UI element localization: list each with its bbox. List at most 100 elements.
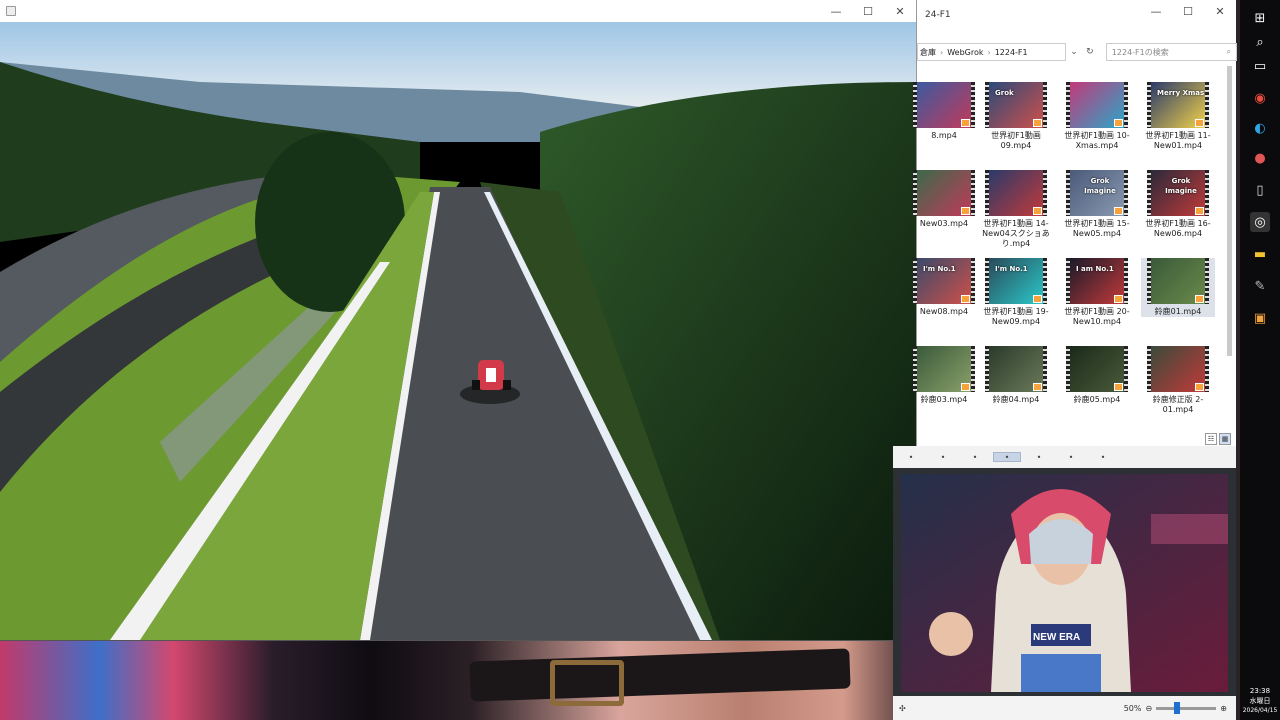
breadcrumb-2[interactable]: WebGrok: [947, 48, 983, 57]
explorer-close-button[interactable]: ✕: [1204, 0, 1236, 22]
video-file-icon: [1195, 383, 1204, 391]
active-app-icon[interactable]: ◎: [1250, 212, 1270, 232]
folder-icon[interactable]: ▬: [1250, 244, 1270, 264]
file-item[interactable]: 鈴鹿03.mp4: [907, 346, 981, 405]
file-name: 世界初F1動画 20-New10.mp4: [1064, 307, 1130, 326]
app-red-icon[interactable]: ●: [1250, 148, 1270, 168]
strip-thumb-1[interactable]: •: [897, 452, 925, 462]
explorer-minimize-button[interactable]: —: [1140, 0, 1172, 22]
file-name: 世界初F1動画 19-New09.mp4: [983, 307, 1049, 326]
paint-icon[interactable]: ✎: [1250, 276, 1270, 296]
file-item[interactable]: Grok Imagine 世界初F1動画 16-New06.mp4: [1141, 170, 1215, 239]
maximize-button[interactable]: ☐: [852, 0, 884, 22]
minimize-button[interactable]: —: [820, 0, 852, 22]
file-item[interactable]: I'm No.1 New08.mp4: [907, 258, 981, 317]
viewer-footer: ✣ 50% ⊖ ⊕: [893, 696, 1236, 720]
video-frame[interactable]: [0, 22, 916, 640]
file-item[interactable]: I'm No.1 世界初F1動画 19-New09.mp4: [979, 258, 1053, 327]
viewer-image: NEW ERA: [901, 474, 1228, 692]
address-row: 倉庫 › WebGrok › 1224-F1 ⌄ ↻ 1224-F1の検索 ⌕: [917, 42, 1237, 62]
app-icon: [6, 6, 16, 16]
large-icons-view-icon[interactable]: ▦: [1219, 433, 1231, 445]
video-file-icon: [1033, 119, 1042, 127]
clock-date[interactable]: 2026/04/15: [1240, 706, 1280, 716]
strip-thumb-5[interactable]: •: [1025, 452, 1053, 462]
video-file-icon: [961, 295, 970, 303]
window-controls: — ☐ ✕: [820, 0, 916, 22]
chrome-icon[interactable]: ◉: [1250, 88, 1270, 108]
race-track-scene: [0, 22, 916, 640]
close-button[interactable]: ✕: [884, 0, 916, 22]
video-titlebar[interactable]: — ☐ ✕: [0, 0, 916, 22]
svg-text:NEW ERA: NEW ERA: [1033, 632, 1080, 643]
file-item[interactable]: 鈴鹿01.mp4: [1141, 258, 1215, 317]
start-icon[interactable]: ⊞: [1250, 8, 1270, 28]
file-item[interactable]: Grok Imagine 世界初F1動画 15-New05.mp4: [1060, 170, 1134, 239]
strip-thumb-4[interactable]: •: [993, 452, 1021, 462]
file-item[interactable]: Grok 世界初F1動画 09.mp4: [979, 82, 1053, 151]
task-view-icon[interactable]: ▭: [1250, 56, 1270, 76]
video-thumbnail: I'm No.1: [985, 258, 1047, 304]
file-name: 鈴鹿修正版 2-01.mp4: [1152, 395, 1204, 414]
file-name: 世界初F1動画 11-New01.mp4: [1145, 131, 1211, 150]
zoom-slider-knob[interactable]: [1174, 701, 1181, 714]
file-item[interactable]: 鈴鹿05.mp4: [1060, 346, 1134, 405]
file-item[interactable]: 世界初F1動画 10-Xmas.mp4: [1060, 82, 1134, 151]
search-input[interactable]: 1224-F1の検索 ⌕: [1105, 43, 1237, 61]
explorer-window-controls: — ☐ ✕: [1140, 0, 1236, 22]
details-view-icon[interactable]: ☷: [1205, 433, 1217, 445]
explorer-titlebar[interactable]: 24-F1 — ☐ ✕: [917, 0, 1236, 30]
zoom-in-icon[interactable]: ⊕: [1220, 704, 1227, 713]
thumbnail-overlay-text: I'm No.1: [923, 265, 956, 273]
video-file-icon: [1033, 383, 1042, 391]
vertical-scrollbar[interactable]: [1226, 66, 1234, 416]
video-thumbnail: [913, 346, 975, 392]
file-item[interactable]: New03.mp4: [907, 170, 981, 229]
taskbar: ⊞ ⌕ ▭ ◉ ◐ ● ▯ ◎ ▬ ✎ ▣ 23:38 水曜日 2026/04/…: [1240, 0, 1280, 720]
file-name: 世界初F1動画 14-New04スクショあり.mp4: [982, 219, 1050, 248]
zoom-out-icon[interactable]: ⊖: [1145, 704, 1152, 713]
file-item[interactable]: 8.mp4: [907, 82, 981, 141]
document-icon[interactable]: ▯: [1250, 180, 1270, 200]
file-item[interactable]: 鈴鹿修正版 2-01.mp4: [1141, 346, 1215, 415]
video-thumbnail: I am No.1: [1066, 258, 1128, 304]
explorer-maximize-button[interactable]: ☐: [1172, 0, 1204, 22]
file-item[interactable]: 鈴鹿04.mp4: [979, 346, 1053, 405]
file-name: New08.mp4: [919, 307, 969, 316]
breadcrumb-1[interactable]: 倉庫: [920, 47, 936, 58]
address-bar[interactable]: 倉庫 › WebGrok › 1224-F1: [917, 43, 1067, 61]
strip-thumb-2[interactable]: •: [929, 452, 957, 462]
scrollbar-thumb[interactable]: [1227, 66, 1232, 356]
zoom-slider[interactable]: [1156, 701, 1217, 714]
file-item[interactable]: I am No.1 世界初F1動画 20-New10.mp4: [1060, 258, 1134, 327]
edge-icon[interactable]: ◐: [1250, 118, 1270, 138]
clock-time[interactable]: 23:38: [1240, 686, 1280, 696]
search-icon: ⌕: [1226, 47, 1231, 56]
breadcrumb-3[interactable]: 1224-F1: [995, 48, 1028, 57]
pan-icon[interactable]: ✣: [899, 704, 906, 713]
video-player-window[interactable]: — ☐ ✕: [0, 0, 916, 640]
video-thumbnail: [985, 170, 1047, 216]
chevron-down-icon[interactable]: ⌄: [1066, 43, 1082, 61]
image-viewer-window[interactable]: • • • • • • • NEW ERA ✣ 50% ⊖ ⊕: [893, 446, 1236, 720]
thumbnail-overlay-text: Grok Imagine: [1165, 177, 1197, 195]
strip-thumb-6[interactable]: •: [1057, 452, 1085, 462]
thumbnail-overlay-text: I'm No.1: [995, 265, 1028, 273]
search-icon[interactable]: ⌕: [1250, 32, 1270, 52]
video-thumbnail: [1066, 346, 1128, 392]
zoom-value: 50%: [1123, 703, 1142, 713]
video-thumbnail: [913, 82, 975, 128]
file-explorer-window[interactable]: 24-F1 — ☐ ✕ 倉庫 › WebGrok › 1224-F1 ⌄ ↻ 1…: [913, 0, 1237, 447]
clock-day[interactable]: 水曜日: [1240, 696, 1280, 706]
photos-icon[interactable]: ▣: [1250, 308, 1270, 328]
file-name: 8.mp4: [931, 131, 957, 140]
search-placeholder: 1224-F1の検索: [1111, 47, 1169, 57]
refresh-icon[interactable]: ↻: [1082, 43, 1098, 61]
file-item[interactable]: 世界初F1動画 14-New04スクショあり.mp4: [979, 170, 1053, 249]
strip-thumb-3[interactable]: •: [961, 452, 989, 462]
file-name: 鈴鹿04.mp4: [992, 395, 1040, 404]
strip-thumb-7[interactable]: •: [1089, 452, 1117, 462]
viewer-thumbnail-strip: • • • • • • •: [893, 446, 1236, 468]
file-item[interactable]: Merry Xmas 世界初F1動画 11-New01.mp4: [1141, 82, 1215, 151]
file-name: New03.mp4: [919, 219, 969, 228]
